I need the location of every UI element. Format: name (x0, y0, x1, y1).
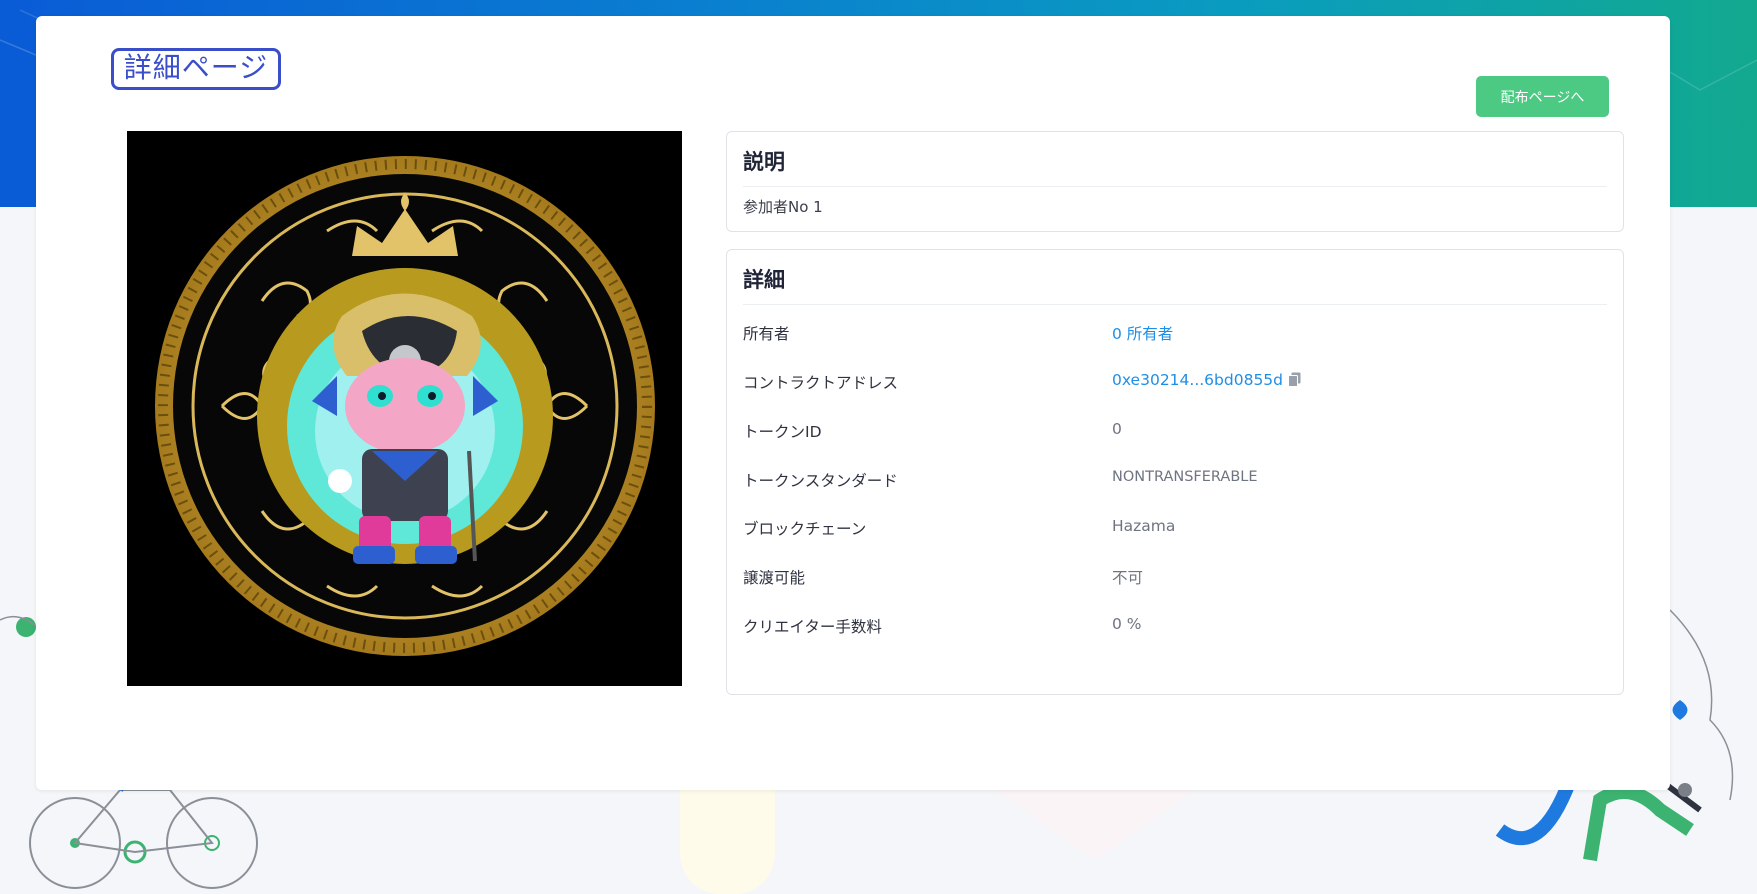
detail-label: ブロックチェーン (743, 520, 867, 538)
details-heading: 詳細 (743, 268, 785, 292)
detail-label: コントラクトアドレス (743, 374, 899, 392)
detail-value: 0 (1112, 420, 1122, 438)
detail-value: 0 % (1112, 615, 1142, 633)
detail-label: 譲渡可能 (743, 569, 806, 587)
contract-address-value: 0xe30214...6bd0855d (1112, 371, 1301, 391)
detail-row-creator-fee: クリエイター手数料 0 % (743, 615, 1607, 639)
detail-value: NONTRANSFERABLE (1112, 469, 1258, 485)
divider (743, 186, 1607, 187)
distribution-page-button[interactable]: 配布ページへ (1476, 76, 1609, 117)
detail-row-token-standard: トークンスタンダード NONTRANSFERABLE (743, 469, 1607, 493)
description-heading: 説明 (743, 150, 785, 174)
floor-shape-decoration (995, 790, 1195, 860)
detail-label: トークンID (743, 423, 822, 441)
description-panel: 説明 参加者No 1 (726, 131, 1624, 232)
detail-row-transferable: 譲渡可能 不可 (743, 566, 1607, 590)
details-panel: 詳細 所有者 0 所有者 コントラクトアドレス 0xe30214...6bd08… (726, 249, 1624, 695)
divider (743, 304, 1607, 305)
detail-card: 詳細ページ 配布ページへ 説明 参加者No 1 詳細 所有者 0 所有者 コント… (36, 16, 1670, 790)
contract-address-link[interactable]: 0xe30214...6bd0855d (1112, 371, 1283, 389)
page-title: 詳細ページ (111, 48, 281, 90)
detail-value: Hazama (1112, 517, 1176, 535)
detail-row-blockchain: ブロックチェーン Hazama (743, 517, 1607, 541)
detail-row-owner: 所有者 0 所有者 (743, 322, 1607, 346)
detail-label: 所有者 (743, 325, 790, 343)
detail-label: クリエイター手数料 (743, 618, 882, 636)
owner-link[interactable]: 0 所有者 (1112, 322, 1173, 344)
nft-coin-image (127, 131, 682, 686)
description-text: 参加者No 1 (743, 198, 823, 216)
detail-row-contract-address: コントラクトアドレス 0xe30214...6bd0855d (743, 371, 1607, 395)
copy-icon[interactable] (1288, 372, 1301, 391)
detail-label: トークンスタンダード (743, 472, 898, 490)
floor-shape-decoration (680, 790, 775, 894)
detail-value: 不可 (1112, 569, 1144, 587)
detail-row-token-id: トークンID 0 (743, 420, 1607, 444)
